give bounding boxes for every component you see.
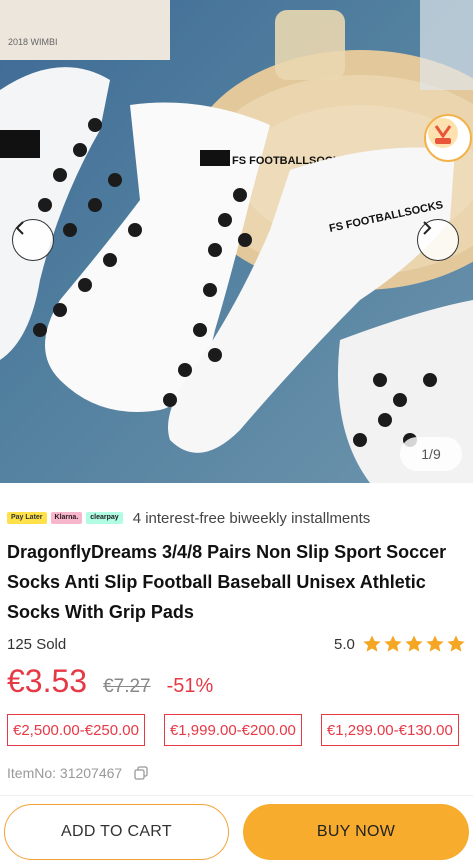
paylater-logo: Pay Later [7, 512, 47, 524]
coupon-tier[interactable]: €1,999.00-€200.00 [163, 714, 302, 746]
installments-text: 4 interest-free biweekly installments [132, 509, 371, 527]
star-icon [447, 635, 465, 652]
product-image-gallery[interactable]: 2018 WIMBI FS FOOTBALLSOCKS FS FOOTBALLS… [0, 0, 473, 483]
coupon-tiers: €2,500.00-€250.00 €1,999.00-€200.00 €1,2… [7, 714, 459, 746]
product-image: 2018 WIMBI FS FOOTBALLSOCKS FS FOOTBALLS… [0, 0, 473, 483]
copy-icon[interactable] [134, 766, 148, 780]
star-icon [363, 635, 381, 652]
product-rating[interactable]: 5.0 [334, 634, 466, 654]
coupon-tier[interactable]: €2,500.00-€250.00 [7, 714, 145, 746]
clearpay-logo: clearpay [86, 512, 123, 524]
star-icon [405, 635, 423, 652]
coupon-tier[interactable]: €1,299.00-€130.00 [320, 714, 459, 746]
rating-value: 5.0 [334, 635, 355, 653]
star-icon [426, 635, 444, 652]
installments-row[interactable]: Pay Later Klarna. clearpay 4 interest-fr… [7, 506, 370, 530]
product-title: DragonflyDreams 3/4/8 Pairs Non Slip Spo… [7, 542, 447, 622]
item-number-text: ItemNo: 31207467 [7, 765, 123, 781]
image-counter: 1/9 [400, 437, 462, 471]
promo-badge-icon[interactable] [424, 114, 472, 162]
original-price: €7.27 [103, 676, 151, 697]
chevron-right-icon [423, 221, 432, 235]
klarna-logo: Klarna. [50, 512, 83, 524]
buy-now-button[interactable]: BUY NOW [243, 804, 469, 860]
next-image-button[interactable] [417, 219, 459, 261]
previous-image-button[interactable] [12, 219, 54, 261]
current-price: €3.53 [7, 663, 88, 699]
discount-badge: -51% [166, 675, 214, 697]
sold-count: 125 Sold [7, 636, 67, 653]
star-icon [384, 635, 402, 652]
item-number: ItemNo: 31207467 [7, 765, 148, 781]
add-to-cart-button[interactable]: ADD TO CART [4, 804, 229, 860]
rating-stars [361, 634, 466, 654]
svg-text:2018 WIMBI: 2018 WIMBI [8, 37, 58, 47]
chevron-left-icon [15, 221, 24, 235]
bottom-action-bar: ADD TO CART BUY NOW [0, 795, 473, 865]
price-row: €3.53 €7.27 -51% [7, 663, 213, 703]
